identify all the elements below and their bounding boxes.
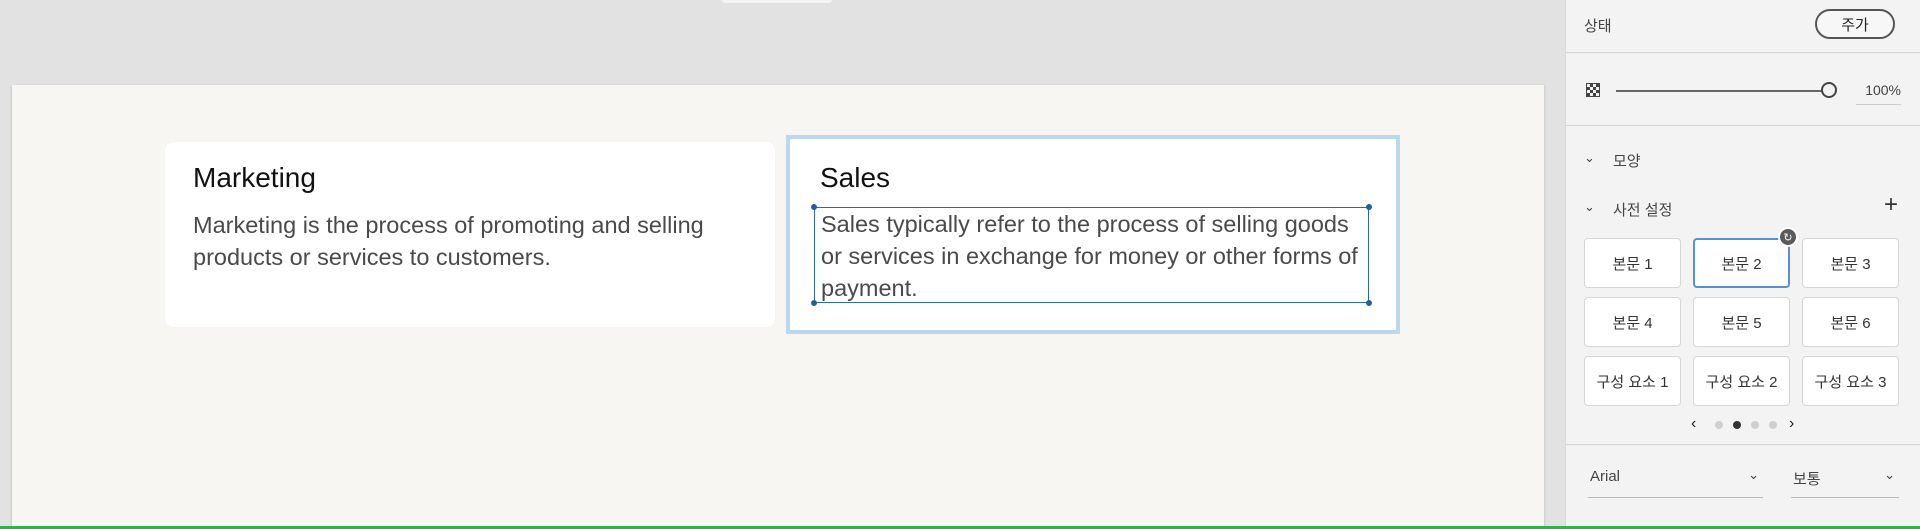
font-weight-value: 보통 <box>1793 471 1821 488</box>
font-weight-select[interactable]: 보통 ⌄ <box>1791 463 1899 498</box>
divider <box>1566 52 1920 53</box>
appearance-section-label[interactable]: 모양 <box>1613 150 1641 171</box>
card-title[interactable]: Sales <box>820 162 890 194</box>
refresh-icon[interactable]: ↻ <box>1778 227 1798 247</box>
preset-button[interactable]: 본문 3 <box>1802 238 1899 288</box>
divider <box>1566 444 1920 445</box>
card-body[interactable]: Sales typically refer to the process of … <box>821 208 1366 304</box>
pager-dot-active[interactable] <box>1733 421 1741 429</box>
preset-pager: ‹ › <box>1691 415 1801 435</box>
chevron-down-icon[interactable]: ⌄ <box>1584 150 1595 166</box>
chevron-down-icon[interactable]: ⌄ <box>1584 199 1595 215</box>
presets-section-label[interactable]: 사전 설정 <box>1613 199 1672 220</box>
canvas-area: Marketing Marketing is the process of pr… <box>0 0 1565 529</box>
resize-handle-top-right[interactable] <box>1366 204 1372 210</box>
resize-handle-bottom-left[interactable] <box>811 300 817 306</box>
opacity-slider-track[interactable] <box>1616 90 1828 92</box>
chevron-down-icon: ⌄ <box>1748 467 1759 482</box>
chevron-left-icon[interactable]: ‹ <box>1691 415 1696 433</box>
preset-button[interactable]: 본문 5 <box>1693 297 1790 347</box>
card-body[interactable]: Marketing is the process of promoting an… <box>193 209 753 273</box>
font-family-value: Arial <box>1590 468 1621 485</box>
preset-button[interactable]: 본문 4 <box>1584 297 1681 347</box>
opacity-value-field[interactable]: 100% <box>1856 82 1901 105</box>
chevron-right-icon[interactable]: › <box>1789 415 1794 433</box>
opacity-slider-thumb[interactable] <box>1821 82 1837 98</box>
card-sales-selected[interactable]: Sales Sales typically refer to the proce… <box>786 135 1400 334</box>
preset-button[interactable]: 본문 6 <box>1802 297 1899 347</box>
preset-button[interactable]: 구성 요소 2 <box>1693 356 1790 406</box>
canvas-top-tab[interactable] <box>722 0 832 3</box>
resize-handle-bottom-right[interactable] <box>1366 300 1372 306</box>
opacity-icon <box>1586 83 1600 97</box>
artboard[interactable]: Marketing Marketing is the process of pr… <box>12 85 1544 529</box>
chevron-down-icon: ⌄ <box>1884 467 1895 482</box>
pager-dot[interactable] <box>1751 421 1759 429</box>
preset-button[interactable]: 구성 요소 1 <box>1584 356 1681 406</box>
card-title[interactable]: Marketing <box>193 162 316 194</box>
pager-dot[interactable] <box>1769 421 1777 429</box>
font-family-select[interactable]: Arial ⌄ <box>1588 463 1763 498</box>
preset-button-selected[interactable]: 본문 2 <box>1693 238 1790 288</box>
properties-panel: 상태 주가 100% ⌄ 모양 ⌄ 사전 설정 + 본문 1 본문 2 본문 3… <box>1565 0 1920 529</box>
add-state-button[interactable]: 주가 <box>1815 9 1895 39</box>
state-label: 상태 <box>1584 18 1612 35</box>
add-preset-button[interactable]: + <box>1884 193 1898 217</box>
pager-dot[interactable] <box>1715 421 1723 429</box>
card-marketing[interactable]: Marketing Marketing is the process of pr… <box>165 142 775 327</box>
resize-handle-top-left[interactable] <box>811 204 817 210</box>
preset-button[interactable]: 구성 요소 3 <box>1802 356 1899 406</box>
selected-text-box[interactable]: Sales typically refer to the process of … <box>811 204 1372 306</box>
preset-button[interactable]: 본문 1 <box>1584 238 1681 288</box>
divider <box>1566 125 1920 126</box>
